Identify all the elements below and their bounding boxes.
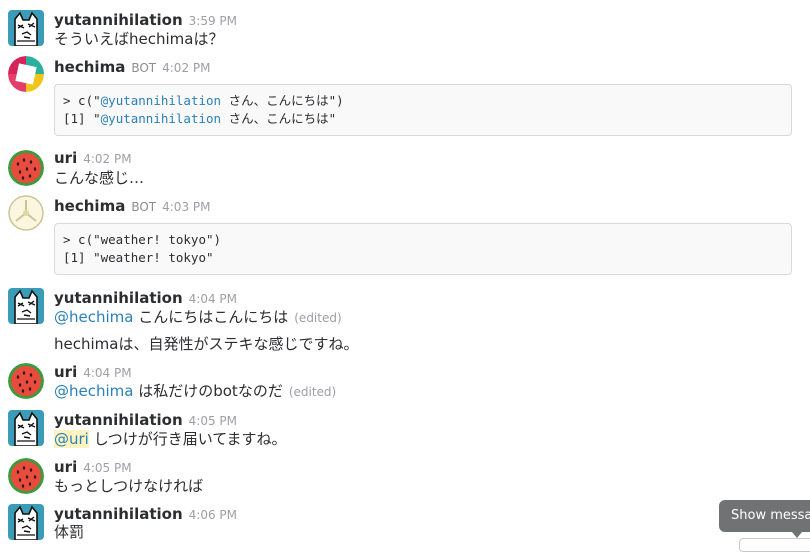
message-header: yutannihilation 3:59 PM: [54, 10, 237, 30]
username[interactable]: hechima: [54, 58, 125, 76]
user-mention[interactable]: @uri: [54, 430, 89, 448]
code-line: > c("weather! tokyo"): [63, 232, 222, 247]
message-item: yutannihilation 4:06 PM 体罰: [0, 504, 810, 546]
avatar[interactable]: [8, 410, 44, 446]
message-header: uri 4:05 PM: [54, 457, 132, 477]
timestamp[interactable]: 3:59 PM: [189, 14, 237, 28]
code-block: > c("@yutannihilation さん、こんにちは") [1] "@y…: [54, 84, 792, 136]
message-item: hechima BOT 4:03 PM > c("weather! tokyo") …: [0, 195, 810, 279]
avatar[interactable]: [8, 56, 44, 92]
user-mention[interactable]: @hechima: [54, 308, 133, 326]
bot-badge: BOT: [131, 200, 157, 214]
avatar[interactable]: [8, 10, 44, 46]
user-mention[interactable]: @hechima: [54, 382, 133, 400]
username[interactable]: yutannihilation: [54, 11, 183, 29]
message-header: hechima BOT 4:03 PM: [54, 196, 210, 216]
code-line: [1] "weather! tokyo": [63, 250, 214, 265]
timestamp[interactable]: 4:05 PM: [189, 414, 237, 428]
show-messages-tooltip[interactable]: Show messages: [719, 500, 810, 532]
message-text: hechimaは、自発性がステキな感じですね。: [54, 335, 359, 353]
timestamp[interactable]: 4:04 PM: [189, 292, 237, 306]
message-header: hechima BOT 4:02 PM: [54, 57, 210, 77]
avatar[interactable]: [8, 150, 44, 186]
message-item: uri 4:05 PM もっとしつけなければ: [0, 457, 810, 501]
avatar[interactable]: [8, 504, 44, 540]
code-line: [1] "@yutannihilation さん、こんにちは": [63, 111, 337, 126]
hechima-avatar-icon: [8, 195, 44, 231]
timestamp[interactable]: 4:02 PM: [83, 152, 131, 166]
edited-label: (edited): [294, 311, 342, 325]
show-messages-label: Show messages: [731, 508, 810, 523]
avatar[interactable]: [8, 363, 44, 399]
edited-label: (edited): [288, 385, 337, 399]
message-header: yutannihilation 4:05 PM: [54, 410, 237, 430]
timestamp[interactable]: 4:03 PM: [162, 200, 210, 214]
avatar[interactable]: [8, 458, 44, 494]
code-block: > c("weather! tokyo") [1] "weather! toky…: [54, 223, 792, 275]
username[interactable]: hechima: [54, 197, 125, 215]
message-text: そういえばhechimaは？: [54, 30, 224, 48]
hechima-avatar-icon: [8, 56, 44, 92]
message-item: yutannihilation 4:05 PM @uri しつけが行き届いてますね…: [0, 410, 810, 454]
message-header: uri 4:02 PM: [54, 148, 132, 168]
username[interactable]: uri: [54, 458, 77, 476]
timestamp[interactable]: 4:06 PM: [189, 508, 237, 522]
timestamp[interactable]: 4:05 PM: [83, 461, 131, 475]
bot-badge: BOT: [131, 61, 157, 75]
message-text: @uri しつけが行き届いてますね。: [54, 430, 287, 448]
user-mention[interactable]: @yutannihilation: [101, 111, 221, 126]
message-actions-button[interactable]: [739, 538, 810, 552]
username[interactable]: yutannihilation: [54, 411, 183, 429]
username[interactable]: uri: [54, 149, 77, 167]
message-item: uri 4:04 PM @hechima は私だけのbotなのだ (edited): [0, 362, 810, 406]
message-header: yutannihilation 4:04 PM: [54, 288, 237, 308]
timestamp[interactable]: 4:04 PM: [83, 366, 131, 380]
message-text: 体罰: [54, 523, 85, 541]
avatar[interactable]: [8, 288, 44, 324]
message-item: hechima BOT 4:02 PM > c("@yutannihilation …: [0, 56, 810, 140]
message-text: こんな感じ…: [54, 169, 145, 187]
timestamp[interactable]: 4:02 PM: [162, 61, 210, 75]
message-item: uri 4:02 PM こんな感じ…: [0, 148, 810, 192]
user-mention[interactable]: @yutannihilation: [101, 93, 221, 108]
message-header: uri 4:04 PM: [54, 362, 132, 382]
username[interactable]: uri: [54, 363, 77, 381]
message-text: @hechima は私だけのbotなのだ (edited): [54, 382, 337, 400]
username[interactable]: yutannihilation: [54, 289, 183, 307]
message-item: yutannihilation 4:04 PM @hechima こんにちはこんに…: [0, 288, 810, 356]
message-text: もっとしつけなければ: [54, 477, 204, 495]
avatar[interactable]: [8, 195, 44, 231]
message-text: @hechima こんにちはこんにちは (edited): [54, 308, 342, 326]
code-line: > c("@yutannihilation さん、こんにちは"): [63, 93, 344, 108]
message-item: yutannihilation 3:59 PM そういえばhechimaは？: [0, 8, 810, 52]
